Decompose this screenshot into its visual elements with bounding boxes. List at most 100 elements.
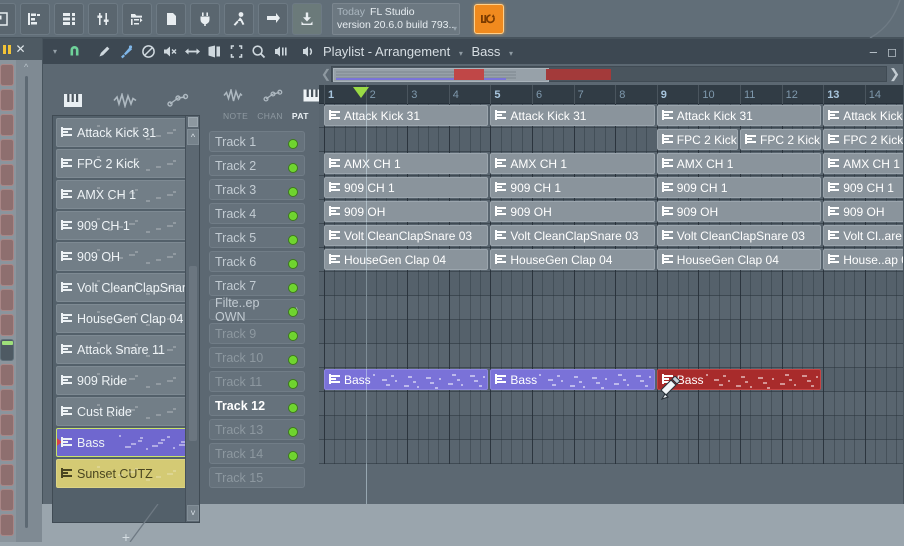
paint-brush-icon[interactable] [115,41,137,63]
rack-channel-button[interactable] [0,489,14,511]
pattern-list-item[interactable]: Attack Kick 31 [56,118,196,147]
pattern-list-item[interactable]: HouseGen Clap 04 [56,304,196,333]
playlist-clip[interactable]: Volt Cl..are 03 [823,225,903,246]
pattern-list-item[interactable]: Attack Snare 11 [56,335,196,364]
track-name-8[interactable]: Filte..ep OWN♪ [209,296,305,324]
playlist-clip[interactable]: 909 OH [490,201,655,222]
track-header-row[interactable]: Track 15 [209,466,326,490]
track-name-13[interactable]: Track 13 [209,419,305,440]
playlist-clip[interactable]: 909 CH 1 [324,177,489,198]
track-header-row[interactable]: Track 11 [209,370,326,394]
magnet-snap-icon[interactable] [63,41,85,63]
playlist-row[interactable]: FPC 2 Kick FPC 2 Kick FPC 2 Kick [319,128,903,152]
track-header-row[interactable]: Track 2 [209,154,326,178]
track-enable-led[interactable] [288,451,298,461]
playlist-clip[interactable]: Attack Kick 31 [656,105,822,126]
track-name-15[interactable]: Track 15 [209,467,305,488]
mute-speaker-icon[interactable] [159,41,181,63]
track-header-row[interactable]: Track 3 [209,178,326,202]
pattern-list-item[interactable]: 909 CH 1 [56,211,196,240]
playlist-clip[interactable]: FPC 2 Kick [823,129,903,150]
playlist-clip[interactable]: AMX CH 1 [823,153,903,174]
track-name-14[interactable]: Track 14 [209,443,305,464]
playlist-clip[interactable]: 909 OH [324,201,489,222]
playlist-clip[interactable]: House..ap 04 [823,249,903,270]
playlist-clip[interactable]: Attack Kick 31 [490,105,655,126]
track-header-row[interactable]: Track 6 [209,250,326,274]
track-name-4[interactable]: Track 4 [209,203,305,224]
playlist-clip[interactable]: Bass [490,369,655,390]
slip-edit-icon[interactable] [181,41,203,63]
track-name-12[interactable]: Track 12 [209,395,305,416]
maximize-button[interactable]: ◻ [887,45,897,59]
playlist-row[interactable]: Bass Bass Bass [319,368,903,392]
pattern-selector-icon[interactable] [0,2,16,35]
rack-channel-button[interactable] [0,139,14,161]
arrangement-caret-icon[interactable]: ▾ [459,49,463,58]
track-header-row[interactable]: Track 13 [209,418,326,442]
track-header-row[interactable]: Filte..ep OWN♪ [209,296,326,324]
delete-mute-icon[interactable] [137,41,159,63]
horizontal-scrollbar-track[interactable] [331,66,887,82]
version-info-box[interactable]: Today FL Studio version 20.6.0 build 793.… [332,2,460,35]
rack-channel-button[interactable] [0,314,14,336]
track-enable-led[interactable] [288,139,298,149]
scrollbar-nub[interactable] [188,117,198,127]
pattern-list-item[interactable]: AMX CH 1 [56,180,196,209]
rack-channel-button[interactable] [0,289,14,311]
pattern-scrollbar-thumb[interactable] [189,266,197,441]
playlist-row[interactable]: 909 CH 1 909 CH 1 909 CH 1 909 CH 1 [319,176,903,200]
plugin-picker-icon[interactable] [190,2,220,35]
rack-channel-button[interactable] [0,64,14,86]
playlist-clip[interactable]: HouseGen Clap 04 [656,249,822,270]
playlist-clip[interactable]: Attack Kick 31 [324,105,489,126]
pattern-list-item[interactable]: Volt CleanClapSnare 03 [56,273,196,302]
track-enable-led[interactable] [288,211,298,221]
chevron-up-icon[interactable]: ^ [24,62,28,72]
playlist-clip[interactable]: HouseGen Clap 04 [490,249,655,270]
track-name-2[interactable]: Track 2 [209,155,305,176]
scroll-up-button[interactable]: ^ [187,129,199,145]
track-header-row[interactable]: Track 12 [209,394,326,418]
track-name-6[interactable]: Track 6 [209,251,305,272]
slice-icon[interactable] [203,41,225,63]
track-enable-led[interactable] [288,235,298,245]
playlist-clip[interactable]: AMX CH 1 [490,153,655,174]
track-name-1[interactable]: Track 1 [209,131,305,152]
rack-channel-button[interactable] [0,189,14,211]
minimize-button[interactable]: – [870,44,877,59]
zoom-icon[interactable] [247,41,269,63]
playlist-clip[interactable]: Volt CleanClapSnare 03 [490,225,655,246]
chevron-down-icon[interactable]: ▾ [453,24,457,33]
pattern-list-item[interactable]: Sunset CUTZ [56,459,196,488]
playlist-clip[interactable]: HouseGen Clap 04 [324,249,489,270]
playlist-clip[interactable]: 909 CH 1 [490,177,655,198]
playlist-clip[interactable]: AMX CH 1 [656,153,822,174]
playlist-clip[interactable]: Bass [324,369,489,390]
track-header-row[interactable]: Track 14 [209,442,326,466]
playlist-clip[interactable]: 909 CH 1 [823,177,903,198]
rack-channel-button[interactable] [0,164,14,186]
rack-channel-button[interactable] [0,264,14,286]
timeline-ruler[interactable]: 1 2 3 4 5 6 7 8 9 10 11 12 13 14 [319,85,903,104]
track-name-3[interactable]: Track 3 [209,179,305,200]
rack-scrollbar[interactable]: ^ [24,62,29,532]
mode-label-note[interactable]: NOTE [223,111,248,121]
playlist-clip[interactable]: Volt CleanClapSnare 03 [324,225,489,246]
pattern-list-item[interactable]: 909 Ride [56,366,196,395]
rack-channel-button[interactable] [0,114,14,136]
playlist-clip[interactable]: FPC 2 Kick [656,129,738,150]
track-enable-led[interactable] [288,259,298,269]
pattern-caret-icon[interactable]: ▾ [509,49,513,58]
track-enable-led[interactable] [288,427,298,437]
track-name-7[interactable]: Track 7 [209,275,305,296]
rack-channel-button[interactable] [0,214,14,236]
playlist-row[interactable]: HouseGen Clap 04 HouseGen Clap 04 HouseGen… [319,248,903,272]
channel-rack-icon[interactable] [54,2,84,35]
playlist-row[interactable] [319,416,903,440]
track-enable-led[interactable] [288,379,298,389]
playlist-row[interactable]: Attack Kick 31 Attack Kick 31 Attack Kick … [319,104,903,128]
horizontal-scrollbar-thumb[interactable] [333,68,549,82]
track-header-row[interactable]: Track 1 [209,130,326,154]
playlist-clip[interactable]: 909 CH 1 [656,177,822,198]
